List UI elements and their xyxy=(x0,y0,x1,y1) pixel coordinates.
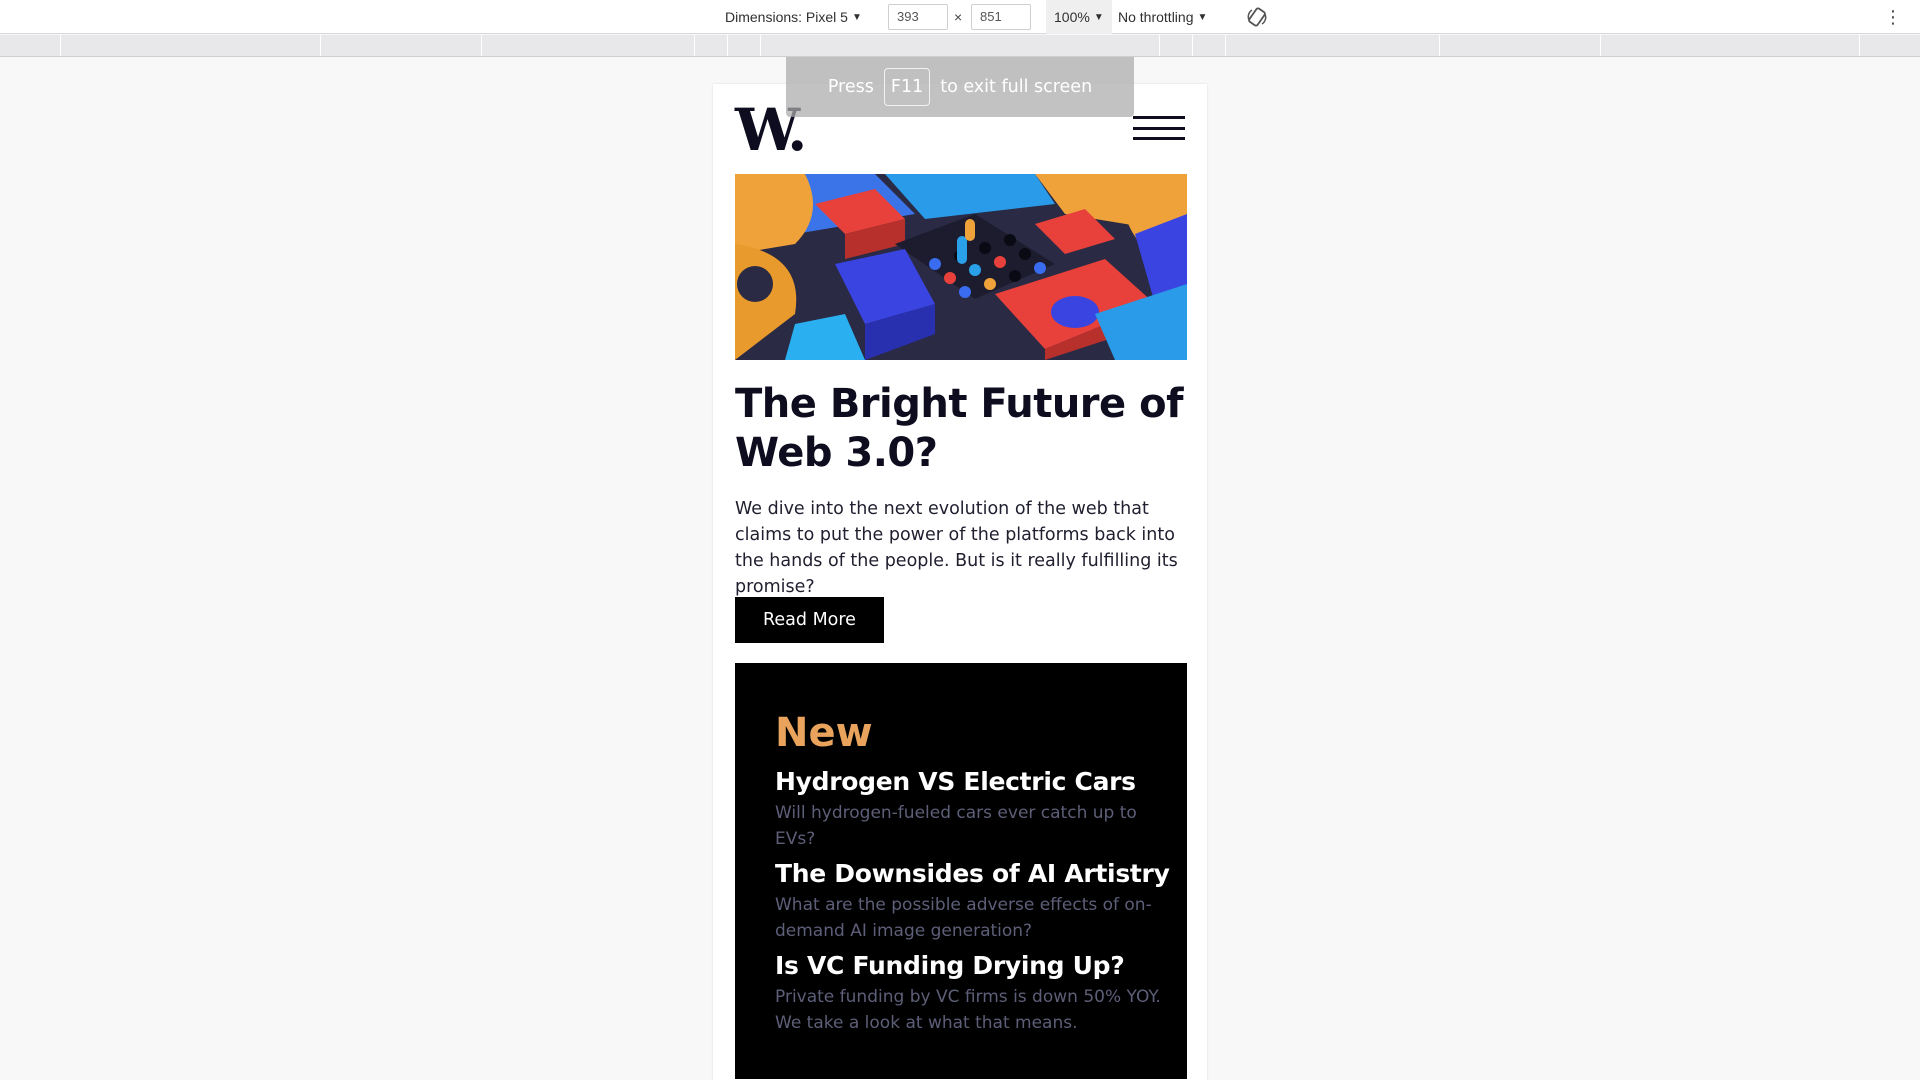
caret-down-icon: ▼ xyxy=(851,11,862,23)
media-query-segment[interactable] xyxy=(60,35,61,56)
new-article-title[interactable]: Hydrogen VS Electric Cars xyxy=(775,766,1165,798)
height-input[interactable]: 851 xyxy=(971,4,1031,30)
width-input[interactable]: 393 xyxy=(888,4,948,30)
media-query-segment[interactable] xyxy=(1859,35,1860,56)
new-article-item: The Downsides of AI Artistry What are th… xyxy=(775,858,1170,944)
media-query-segment[interactable] xyxy=(727,35,728,56)
dimension-separator: × xyxy=(954,9,963,25)
hamburger-line xyxy=(1133,126,1185,130)
article-title: The Bright Future of Web 3.0? xyxy=(735,381,1183,476)
new-article-description: What are the possible adverse effects of… xyxy=(775,895,1152,941)
kebab-icon[interactable]: ⋮ xyxy=(1884,0,1902,34)
zoom-dropdown[interactable]: 100% ▼ xyxy=(1046,0,1112,34)
caret-down-icon: ▼ xyxy=(1093,11,1104,23)
throttling-label: No throttling xyxy=(1118,9,1194,25)
mobile-viewport: W. The Bright Future of Web 3.0? We dive… xyxy=(713,84,1207,1080)
devtools-device-toolbar: Dimensions: Pixel 5 ▼ 393 × 851 100% ▼ N… xyxy=(0,0,1920,34)
new-article-title[interactable]: The Downsides of AI Artistry xyxy=(775,858,1170,890)
media-query-segment[interactable] xyxy=(1192,35,1193,56)
article-description: We dive into the next evolution of the w… xyxy=(735,499,1178,597)
media-query-segment[interactable] xyxy=(1225,35,1226,56)
new-section-heading: New xyxy=(775,710,873,756)
new-article-item: Hydrogen VS Electric Cars Will hydrogen-… xyxy=(775,766,1165,852)
toast-prefix: Press xyxy=(827,77,874,97)
new-articles-panel: New Hydrogen VS Electric Cars Will hydro… xyxy=(735,663,1187,1079)
new-article-description: Private funding by VC firms is down 50% … xyxy=(775,987,1161,1033)
rotate-icon[interactable] xyxy=(1246,0,1268,34)
fullscreen-exit-toast: Press F11 to exit full screen xyxy=(786,57,1134,117)
toast-key: F11 xyxy=(883,68,931,106)
media-query-segment[interactable] xyxy=(481,35,482,56)
hamburger-line xyxy=(1133,137,1185,140)
media-query-bar[interactable] xyxy=(0,35,1920,57)
logo-letter: W xyxy=(735,96,791,164)
caret-down-icon: ▼ xyxy=(1197,11,1208,23)
media-query-segment[interactable] xyxy=(1439,35,1440,56)
hero-image xyxy=(735,174,1187,360)
throttling-dropdown[interactable]: No throttling ▼ xyxy=(1118,0,1207,34)
dimensions-dropdown[interactable]: Dimensions: Pixel 5 ▼ xyxy=(725,0,862,34)
media-query-segment[interactable] xyxy=(1600,35,1601,56)
hamburger-icon[interactable] xyxy=(1133,116,1185,140)
new-article-description: Will hydrogen-fueled cars ever catch up … xyxy=(775,803,1137,849)
toast-suffix: to exit full screen xyxy=(940,77,1093,97)
media-query-segment[interactable] xyxy=(320,35,321,56)
media-query-segment[interactable] xyxy=(760,35,761,56)
zoom-label: 100% xyxy=(1054,9,1090,25)
new-article-item: Is VC Funding Drying Up? Private funding… xyxy=(775,950,1165,1036)
read-more-button[interactable]: Read More xyxy=(735,597,884,643)
media-query-segment[interactable] xyxy=(1159,35,1160,56)
hamburger-line xyxy=(1133,116,1185,119)
media-query-segment[interactable] xyxy=(694,35,695,56)
dimensions-label: Dimensions: Pixel 5 xyxy=(725,9,848,25)
new-article-title[interactable]: Is VC Funding Drying Up? xyxy=(775,950,1165,982)
